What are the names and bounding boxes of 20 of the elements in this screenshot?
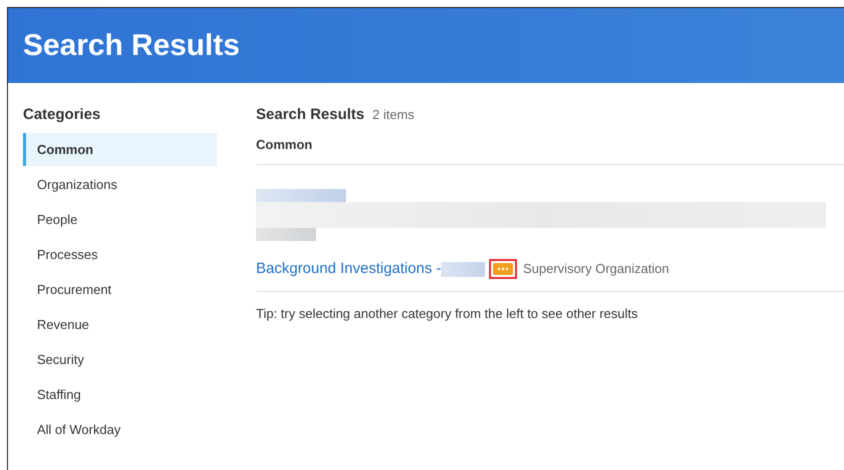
results-title: Search Results xyxy=(256,105,364,125)
category-item[interactable]: Security xyxy=(23,343,217,376)
category-item[interactable]: Procurement xyxy=(23,273,217,306)
related-actions-button[interactable] xyxy=(489,259,518,279)
sidebar-title: Categories xyxy=(23,105,102,125)
more-icon xyxy=(493,263,514,275)
result-type: Supervisory Organization xyxy=(523,260,670,278)
category-item[interactable]: Revenue xyxy=(23,308,217,341)
tip-text: Tip: try selecting another category from the left to see other results xyxy=(256,306,638,321)
page-title: Search Results xyxy=(23,28,240,64)
category-item[interactable]: Staffing xyxy=(23,378,217,411)
category-item[interactable]: Organizations xyxy=(23,168,217,201)
category-item[interactable]: People xyxy=(23,203,217,236)
category-item[interactable]: Processes xyxy=(23,238,217,271)
section-heading: Common xyxy=(256,136,312,154)
result-link[interactable]: Background Investigations - xyxy=(256,258,442,280)
results-count: 2 items xyxy=(372,106,414,124)
category-item[interactable]: Common xyxy=(23,133,217,166)
category-item[interactable]: All of Workday xyxy=(23,413,217,446)
redacted-text xyxy=(441,262,486,276)
